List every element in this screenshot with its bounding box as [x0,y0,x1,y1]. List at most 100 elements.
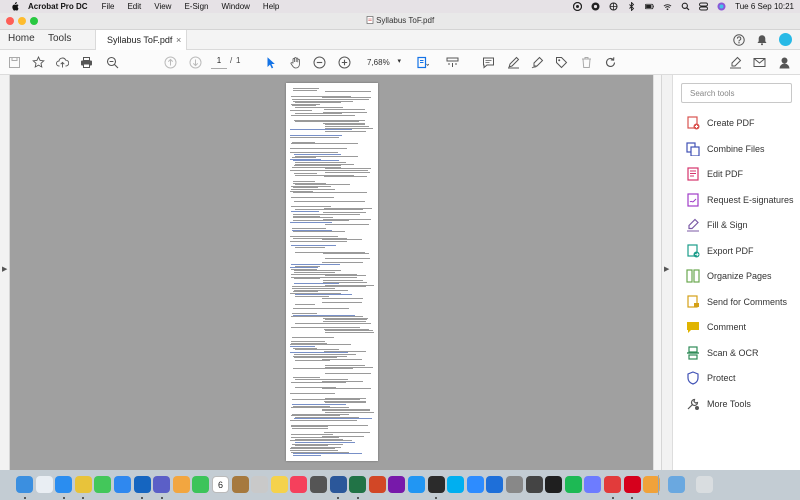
calendar-icon[interactable]: 6 [212,476,229,493]
sync-status-icon[interactable] [609,2,618,11]
user-avatar[interactable] [779,33,792,46]
powerpoint-icon[interactable] [368,476,386,493]
photos-icon[interactable] [172,476,190,493]
share-user-icon[interactable] [778,56,791,69]
document-viewer[interactable] [10,75,653,470]
apple-menu-icon[interactable] [10,2,20,12]
email-envelope-icon[interactable] [753,56,766,69]
control-center-icon[interactable] [699,2,709,11]
music-icon[interactable] [290,476,308,493]
messages-icon[interactable] [94,476,112,493]
launchpad-icon[interactable] [35,476,53,493]
page-number-input[interactable]: 1 [211,56,227,69]
tool-edit-pdf[interactable]: Edit PDF [685,166,743,182]
select-cursor-icon[interactable] [264,56,277,69]
menu-edit[interactable]: Edit [127,2,141,11]
tab-document[interactable]: Syllabus ToF.pdf × [95,30,187,51]
facetime-icon[interactable] [192,476,210,493]
spotlight-search-icon[interactable] [681,2,690,11]
zoom-search-icon[interactable] [106,56,119,69]
acrobat-icon[interactable] [623,476,641,493]
fit-page-icon[interactable] [416,56,429,69]
system-preferences-icon[interactable] [506,476,523,493]
calculator-icon[interactable] [310,476,327,493]
left-panel-toggle[interactable]: ▶ [0,75,10,470]
menu-file[interactable]: File [102,2,115,11]
activity-monitor-icon[interactable] [427,476,445,493]
menu-window[interactable]: Window [221,2,249,11]
search-tools-input[interactable]: Search tools [681,83,792,103]
tab-home[interactable]: Home [8,33,35,44]
vpn-icon[interactable] [486,476,504,493]
scroll-mode-icon[interactable] [446,56,459,69]
menu-help[interactable]: Help [263,2,279,11]
tool-organize-pages[interactable]: Organize Pages [685,268,772,284]
screen-capture-icon[interactable] [525,476,543,493]
finder-icon[interactable] [16,476,33,493]
excel-icon[interactable] [349,476,367,493]
trash-icon[interactable] [696,476,713,493]
tool-scan-ocr[interactable]: Scan & OCR [685,345,759,361]
contacts-icon[interactable] [251,476,269,493]
tv-icon[interactable] [545,476,563,493]
save-icon[interactable] [8,56,21,69]
zoom-out-icon[interactable] [313,56,326,69]
tool-export-pdf[interactable]: Export PDF [685,243,754,259]
tab-tools[interactable]: Tools [48,33,71,44]
tool-comment[interactable]: Comment [685,319,746,335]
outlook-icon[interactable] [133,476,151,493]
previous-page-icon[interactable] [164,56,177,69]
app-menu-acrobat[interactable]: Acrobat Pro DC [28,2,88,11]
upload-cloud-icon[interactable] [56,56,69,69]
next-page-icon[interactable] [189,56,202,69]
tool-create-pdf[interactable]: Create PDF [685,115,755,131]
print-icon[interactable] [80,56,93,69]
right-panel-toggle[interactable]: ▶ [661,75,672,470]
viewer-scrollbar[interactable] [653,75,661,470]
notes-brown-icon[interactable] [231,476,249,493]
tool-fill-sign[interactable]: Fill & Sign [685,217,748,233]
notes-icon[interactable] [270,476,288,493]
tool-protect[interactable]: Protect [685,370,736,386]
battery-icon[interactable] [645,2,654,11]
creative-cloud-icon[interactable] [573,2,583,11]
stamp-tag-icon[interactable] [555,56,568,69]
tool-send-comments[interactable]: Send for Comments [685,294,787,310]
zoom-icon[interactable] [466,476,484,493]
bookmark-star-icon[interactable] [32,56,45,69]
menubar-clock[interactable]: Tue 6 Sep 10:21 [735,2,794,11]
highlight-pen-icon[interactable] [507,56,520,69]
menu-esign[interactable]: E-Sign [184,2,208,11]
tool-more-tools[interactable]: More Tools [685,396,751,412]
hand-tool-icon[interactable] [289,56,302,69]
zoom-in-icon[interactable] [338,56,351,69]
chrome-status-icon[interactable] [591,2,600,11]
teams-icon[interactable] [153,476,171,493]
app-store-icon[interactable] [408,476,425,493]
expand-left-arrow-icon[interactable]: ▶ [2,265,7,273]
siri-icon[interactable] [717,2,726,11]
sign-pen-icon[interactable] [531,56,544,69]
comment-tool-icon[interactable] [482,56,495,69]
safari-icon[interactable] [55,476,73,493]
word-icon[interactable] [329,476,347,493]
spotify-icon[interactable] [564,476,582,493]
zoom-level-select[interactable]: 7,68% ▾ [361,55,403,69]
menu-view[interactable]: View [154,2,171,11]
fill-sign-toolbar-icon[interactable] [729,56,742,69]
help-icon[interactable] [733,34,745,46]
downloads-folder-icon[interactable] [668,476,685,493]
wifi-icon[interactable] [663,2,672,11]
skype-icon[interactable] [447,476,465,493]
grid-app-icon[interactable] [584,476,602,493]
bluetooth-icon[interactable] [627,2,636,11]
chrome-icon[interactable] [74,476,92,493]
tool-request-esignatures[interactable]: Request E-signatures [685,192,794,208]
close-tab-icon[interactable]: × [176,35,181,45]
onenote-icon[interactable] [388,476,406,493]
notifications-bell-icon[interactable] [756,34,768,46]
mail-icon[interactable] [114,476,131,493]
tool-combine-files[interactable]: Combine Files [685,141,765,157]
collapse-right-arrow-icon[interactable]: ▶ [664,265,669,273]
delete-trash-icon[interactable] [580,56,593,69]
